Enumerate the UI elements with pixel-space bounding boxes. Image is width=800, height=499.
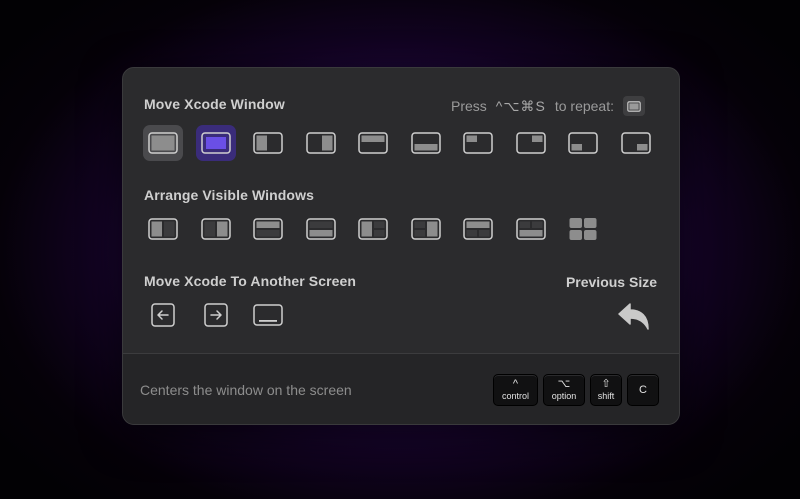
repeat-layout-button[interactable] [623,96,645,116]
top-right-quarter-icon [515,132,546,154]
bottom-left-quarter-icon [568,132,598,154]
layout-bottom-right-button[interactable] [616,125,656,161]
arrange-left-right-button[interactable] [143,211,183,247]
arrange-right-left-button[interactable] [196,211,236,247]
screen-button[interactable] [248,297,288,333]
arrange-bottom-top-button[interactable] [301,211,341,247]
screen-icon [253,304,283,326]
maximize-icon [148,132,178,154]
right-left-split-icon [200,218,231,240]
top-half-icon [358,132,388,154]
layout-maximize-button[interactable] [143,125,183,161]
repeat-press-label: Press [451,98,487,114]
move-screen-title: Move Xcode To Another Screen [144,273,357,289]
repeat-shortcut: ^⌥⌘S [495,97,546,114]
layout-left-half-button[interactable] [248,125,288,161]
layout-right-half-button[interactable] [301,125,341,161]
arrange-left-stack-button[interactable] [353,211,393,247]
repeat-hint: Press ^⌥⌘S to repeat: [451,96,645,116]
action-description: Centers the window on the screen [140,382,352,398]
move-layout-row [143,125,668,161]
left-right-split-icon [148,218,178,240]
move-window-title: Move Xcode Window [144,96,285,112]
key-option: ⌥ option [543,374,585,406]
layout-center-button[interactable] [195,125,236,161]
bottom-with-top-pair-icon [515,218,546,240]
arrange-top-bottom-button[interactable] [248,211,288,247]
right-half-icon [305,132,336,154]
layout-bottom-left-button[interactable] [563,125,603,161]
top-left-quarter-icon [463,132,493,154]
footer-bar: Centers the window on the screen ^ contr… [123,353,679,424]
arrange-layout-row [143,211,616,247]
left-with-right-stack-icon [358,218,388,240]
layout-top-left-button[interactable] [458,125,498,161]
key-control: ^ control [493,374,538,406]
top-with-bottom-pair-icon [463,218,493,240]
left-half-icon [253,132,283,154]
maximize-icon [627,100,641,112]
screen-action-row [143,297,301,333]
layout-bottom-half-button[interactable] [406,125,446,161]
shortcut-keys: ^ control ⌥ option ⇧ shift C [493,374,659,406]
bottom-right-quarter-icon [620,132,651,154]
previous-size-button[interactable] [617,302,651,332]
bottom-half-icon [410,132,441,154]
arrow-left-icon [151,303,175,327]
top-bottom-split-icon [253,218,283,240]
previous-size-title: Previous Size [565,274,657,290]
right-with-left-stack-icon [410,218,441,240]
undo-arrow-icon [618,303,649,330]
window-manager-panel: Move Xcode Window Press ^⌥⌘S to repeat: [122,67,680,425]
previous-screen-button[interactable] [143,297,183,333]
arrange-right-stack-button[interactable] [406,211,446,247]
bottom-top-split-icon [305,218,336,240]
layout-top-half-button[interactable] [353,125,393,161]
key-shift: ⇧ shift [590,374,622,406]
next-screen-button[interactable] [196,297,236,333]
repeat-to-label: to repeat: [554,98,614,114]
layout-top-right-button[interactable] [511,125,551,161]
four-grid-icon [569,218,597,240]
arrange-top-pair-button[interactable] [458,211,498,247]
arrange-windows-title: Arrange Visible Windows [144,187,314,203]
arrange-grid-button[interactable] [563,211,603,247]
key-c: C [627,374,659,406]
center-icon [200,132,231,154]
arrange-bottom-pair-button[interactable] [511,211,551,247]
arrow-right-icon [203,303,228,327]
